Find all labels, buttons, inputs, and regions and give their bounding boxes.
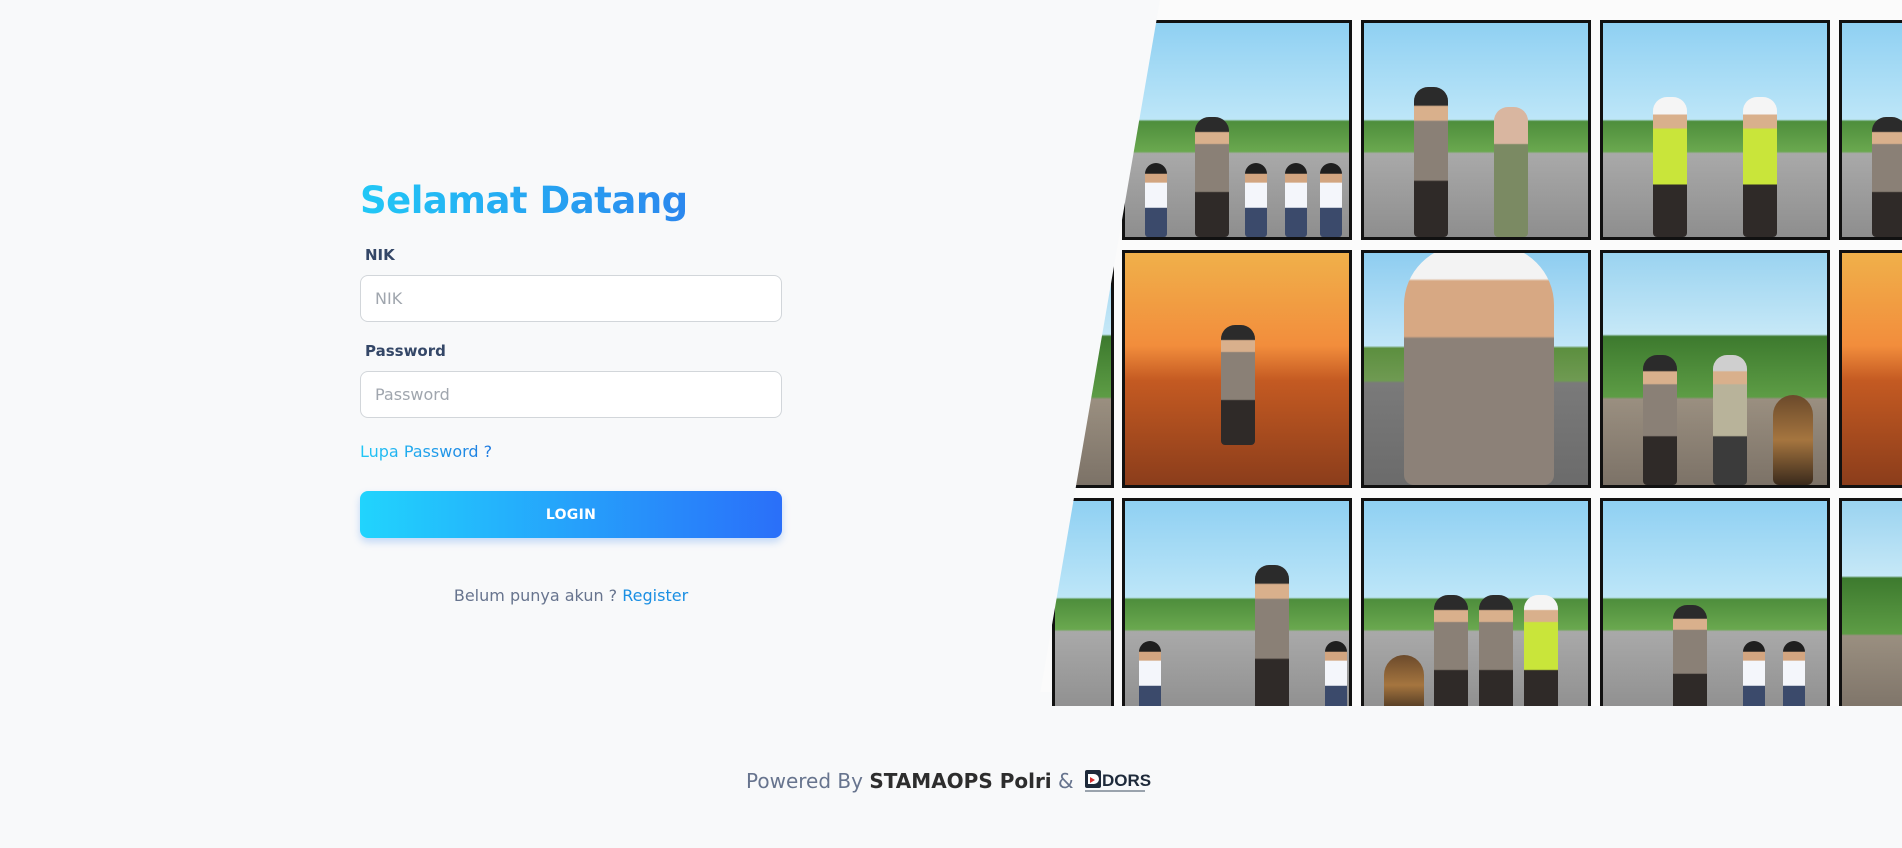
dog-figure [1773,395,1813,485]
rescuer-figure [1221,325,1255,445]
elder-figure [1713,355,1747,485]
comic-panel-flood-rescue [1122,250,1352,488]
comic-panel-family [1361,20,1591,240]
register-prompt: Belum punya akun ? Register [360,586,782,605]
comic-panel-edge-left [1052,498,1114,706]
police-comic-collage-illustration [1038,0,1902,706]
comic-panel-edge [1839,20,1902,240]
child-figure [1320,163,1342,237]
login-form: Selamat Datang NIK Password Lupa Passwor… [360,176,782,605]
officer-figure [1643,355,1677,485]
officer-figure [1479,595,1513,706]
traffic-officer-figure [1524,595,1558,706]
traffic-officer-figure [1743,97,1777,237]
officer-figure [1255,565,1289,706]
forgot-password-link[interactable]: Lupa Password ? [360,442,492,461]
child-figure [1245,163,1267,237]
nik-label: NIK [365,246,395,264]
comic-panel-edge [1839,250,1902,488]
child-figure [1145,163,1167,237]
officer-figure [1872,117,1902,237]
nik-input[interactable] [360,275,782,322]
traffic-officer-figure [1653,97,1687,237]
powered-by-footer: Powered By STAMAOPS Polri & DORS [0,769,1902,796]
comic-panel-school-crossing [1122,20,1352,240]
comic-panel-edge-left [1068,250,1114,488]
page-title: Selamat Datang [360,176,688,226]
child-figure [1285,163,1307,237]
hero-officer-figure [1404,253,1554,485]
officer-figure [1195,117,1229,237]
dors-logo-icon: DORS [1085,769,1151,792]
register-link[interactable]: Register [622,586,688,605]
officer-figure [1673,605,1707,706]
comic-panel-traffic-police [1600,20,1830,240]
brand-name: STAMAOPS Polri [869,769,1052,793]
password-input[interactable] [360,371,782,418]
child-figure [1139,641,1161,706]
comic-panel-edge [1839,498,1902,706]
officer-figure [1414,87,1448,237]
comic-panel-bicycle [1600,498,1830,706]
password-label: Password [365,342,446,360]
dog-figure [1384,655,1424,706]
child-figure [1325,641,1347,706]
login-button[interactable]: LOGIN [360,491,782,538]
login-page: Selamat Datang NIK Password Lupa Passwor… [0,0,1902,848]
comic-panel-patrol-walk [1361,498,1591,706]
register-prompt-text: Belum punya akun ? [453,586,618,605]
comic-panel-motorbike [1122,498,1352,706]
comic-panel-park-bench [1600,250,1830,488]
child-figure [1783,641,1805,706]
officer-figure [1434,595,1468,706]
powered-by-text: Powered By [746,769,863,793]
dors-logo-text: DORS [1102,771,1151,790]
ampersand: & [1058,769,1074,793]
child-figure [1743,641,1765,706]
comic-panel-hero-officer [1361,250,1591,488]
mother-figure [1494,107,1528,237]
